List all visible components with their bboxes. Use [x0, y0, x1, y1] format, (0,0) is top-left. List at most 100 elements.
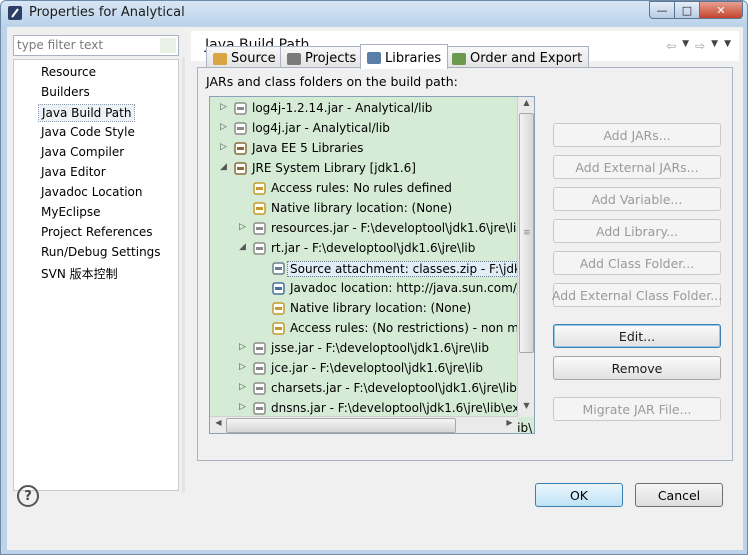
- tree-row[interactable]: ▷ resources.jar - F:\developtool\jdk1.6\j…: [210, 219, 530, 239]
- nav-item[interactable]: Java Code Style: [38, 124, 138, 142]
- tree-row[interactable]: Native library location: (None): [210, 199, 530, 219]
- collapsed-twisty-icon[interactable]: ▷: [239, 382, 249, 394]
- migrate-jar-file-button[interactable]: Migrate JAR File...: [553, 397, 721, 421]
- nav-item[interactable]: Run/Debug Settings: [38, 244, 164, 262]
- add-jars-button[interactable]: Add JARs...: [553, 123, 721, 147]
- tab-label: Libraries: [385, 50, 442, 66]
- jar-icon: [252, 241, 267, 256]
- nav-item[interactable]: Project References: [38, 224, 156, 242]
- tree-row[interactable]: ◢ JRE System Library [jdk1.6]: [210, 159, 530, 179]
- tab-source[interactable]: Source: [206, 46, 283, 68]
- collapsed-twisty-icon[interactable]: ▷: [239, 402, 249, 414]
- vertical-scroll-thumb[interactable]: ≡: [519, 113, 534, 353]
- nav-item[interactable]: Java Build Path: [38, 104, 136, 122]
- collapsed-twisty-icon[interactable]: ▷: [239, 222, 249, 234]
- tree-row[interactable]: ◢ rt.jar - F:\developtool\jdk1.6\jre\lib: [210, 239, 530, 259]
- nav-item[interactable]: SVN 版本控制: [38, 264, 121, 282]
- properties-dialog: Properties for Analytical — □ ✕ type fil…: [0, 0, 748, 555]
- maximize-button[interactable]: □: [675, 1, 700, 19]
- splitter-sash[interactable]: [182, 57, 185, 493]
- horizontal-scrollbar[interactable]: ◀ ▶: [210, 416, 518, 433]
- close-icon: ✕: [716, 3, 726, 17]
- page-navigation: ⇦ ▼ ⇨ ▼ ▼: [666, 39, 731, 53]
- tree-row[interactable]: ▷ charsets.jar - F:\developtool\jdk1.6\jr…: [210, 379, 530, 399]
- clear-filter-icon[interactable]: [160, 38, 176, 53]
- tree-row[interactable]: Source attachment: classes.zip - F:\jdk\…: [210, 259, 534, 279]
- add-variable-button[interactable]: Add Variable...: [553, 187, 721, 211]
- collapsed-twisty-icon[interactable]: ▷: [220, 142, 230, 154]
- nav-item[interactable]: Resource: [38, 64, 99, 82]
- eclipse-icon: [8, 6, 22, 20]
- tree-row[interactable]: Native library location: (None): [210, 299, 530, 319]
- scroll-grip-icon: ≡: [523, 228, 531, 238]
- tree-row-label: Source attachment: classes.zip - F:\jdk\…: [287, 261, 534, 277]
- scroll-up-icon[interactable]: ▲: [519, 98, 534, 113]
- projects-icon: [287, 52, 301, 65]
- tab-projects[interactable]: Projects: [280, 46, 364, 68]
- tab-order-and-export[interactable]: Order and Export: [445, 46, 590, 68]
- tree-row-label: dnsns.jar - F:\developtool\jdk1.6\jre\li…: [271, 401, 525, 415]
- tree-row[interactable]: ▷ log4j.jar - Analytical/lib: [210, 119, 530, 139]
- tree-row[interactable]: ▷ Java EE 5 Libraries: [210, 139, 530, 159]
- libraries-icon: [367, 52, 381, 64]
- ok-button[interactable]: OK: [535, 483, 623, 507]
- expanded-twisty-icon[interactable]: ◢: [239, 242, 249, 254]
- title-bar[interactable]: Properties for Analytical — □ ✕: [1, 1, 747, 25]
- tree-row[interactable]: ▷ jsse.jar - F:\developtool\jdk1.6\jre\li…: [210, 339, 530, 359]
- menu-dropdown-icon[interactable]: ▼: [724, 39, 731, 53]
- close-button[interactable]: ✕: [700, 1, 743, 19]
- libraries-tree[interactable]: ▷ log4j-1.2.14.jar - Analytical/lib ▷ log4j…: [209, 96, 535, 434]
- nav-item[interactable]: MyEclipse: [38, 204, 104, 222]
- order-export-icon: [452, 52, 466, 65]
- collapsed-twisty-icon[interactable]: ▷: [239, 362, 249, 374]
- tab-libraries[interactable]: Libraries: [360, 44, 449, 69]
- add-class-folder-button[interactable]: Add Class Folder...: [553, 251, 721, 275]
- nav-item[interactable]: Javadoc Location: [38, 184, 145, 202]
- tree-row-label: rt.jar - F:\developtool\jdk1.6\jre\lib: [271, 241, 476, 255]
- nav-item[interactable]: Java Editor: [38, 164, 109, 182]
- tree-row[interactable]: Access rules: No rules defined: [210, 179, 530, 199]
- tree-row[interactable]: Javadoc location: http://java.sun.com/ja…: [210, 279, 534, 299]
- jar-icon: [252, 361, 267, 376]
- add-library-button[interactable]: Add Library...: [553, 219, 721, 243]
- tree-row-label: log4j-1.2.14.jar - Analytical/lib: [252, 101, 433, 115]
- remove-button[interactable]: Remove: [553, 356, 721, 380]
- expanded-twisty-icon[interactable]: ◢: [220, 162, 230, 174]
- collapsed-twisty-icon[interactable]: ▷: [220, 122, 230, 134]
- filter-input[interactable]: type filter text: [13, 35, 179, 56]
- maximize-icon: □: [681, 3, 693, 17]
- add-external-jars-button[interactable]: Add External JARs...: [553, 155, 721, 179]
- collapsed-twisty-icon[interactable]: ▷: [239, 342, 249, 354]
- scroll-right-icon[interactable]: ▶: [502, 418, 517, 433]
- source-folder-icon: [213, 52, 227, 65]
- libraries-label: JARs and class folders on the build path…: [206, 74, 458, 89]
- tree-row-label: resources.jar - F:\developtool\jdk1.6\jr…: [271, 221, 524, 235]
- source-attachment-icon: [271, 261, 286, 276]
- jar-icon: [252, 341, 267, 356]
- help-icon[interactable]: ?: [17, 485, 39, 507]
- vertical-scrollbar[interactable]: ▲ ≡ ▼: [517, 97, 534, 417]
- preference-nav-tree: Resource Builders Java Build Path Java Code…: [13, 59, 179, 491]
- tree-row-label: log4j.jar - Analytical/lib: [252, 121, 390, 135]
- forward-arrow-icon[interactable]: ⇨: [695, 39, 705, 53]
- edit-button[interactable]: Edit...: [553, 324, 721, 348]
- tree-row-label: Access rules: No rules defined: [271, 181, 452, 195]
- tree-row[interactable]: Access rules: (No restrictions) - non mo…: [210, 319, 534, 339]
- nav-item[interactable]: Builders: [38, 84, 93, 102]
- library-icon: [233, 161, 248, 176]
- minimize-icon: —: [656, 3, 668, 17]
- tree-row[interactable]: ▷ log4j-1.2.14.jar - Analytical/lib: [210, 99, 530, 119]
- tree-row-label: Access rules: (No restrictions) - non mo…: [290, 321, 534, 335]
- back-dropdown-icon[interactable]: ▼: [682, 39, 689, 53]
- scroll-down-icon[interactable]: ▼: [519, 401, 534, 416]
- minimize-button[interactable]: —: [649, 1, 675, 19]
- nav-item[interactable]: Java Compiler: [38, 144, 127, 162]
- back-arrow-icon[interactable]: ⇦: [666, 39, 676, 53]
- horizontal-scroll-thumb[interactable]: [226, 418, 456, 433]
- collapsed-twisty-icon[interactable]: ▷: [220, 102, 230, 114]
- tree-row[interactable]: ▷ jce.jar - F:\developtool\jdk1.6\jre\lib: [210, 359, 530, 379]
- scroll-left-icon[interactable]: ◀: [211, 418, 226, 433]
- forward-dropdown-icon[interactable]: ▼: [711, 39, 718, 53]
- cancel-button[interactable]: Cancel: [635, 483, 723, 507]
- add-external-class-folder-button[interactable]: Add External Class Folder...: [552, 283, 722, 307]
